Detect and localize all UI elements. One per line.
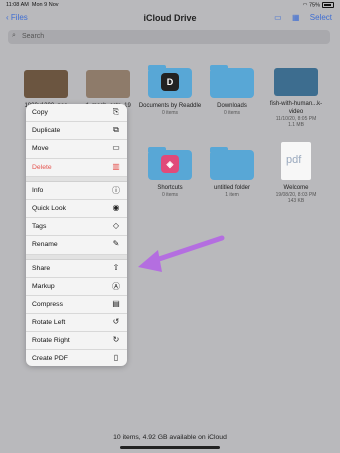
icloud-drive-screen: 11:08 AM Mon 9 Nov ◠ 75% ‹ Files iCloud …: [0, 0, 340, 453]
annotation-arrow-icon: [138, 235, 225, 272]
storage-footer: 10 items, 4.92 GB available on iCloud: [113, 434, 227, 441]
home-indicator[interactable]: [120, 446, 220, 449]
